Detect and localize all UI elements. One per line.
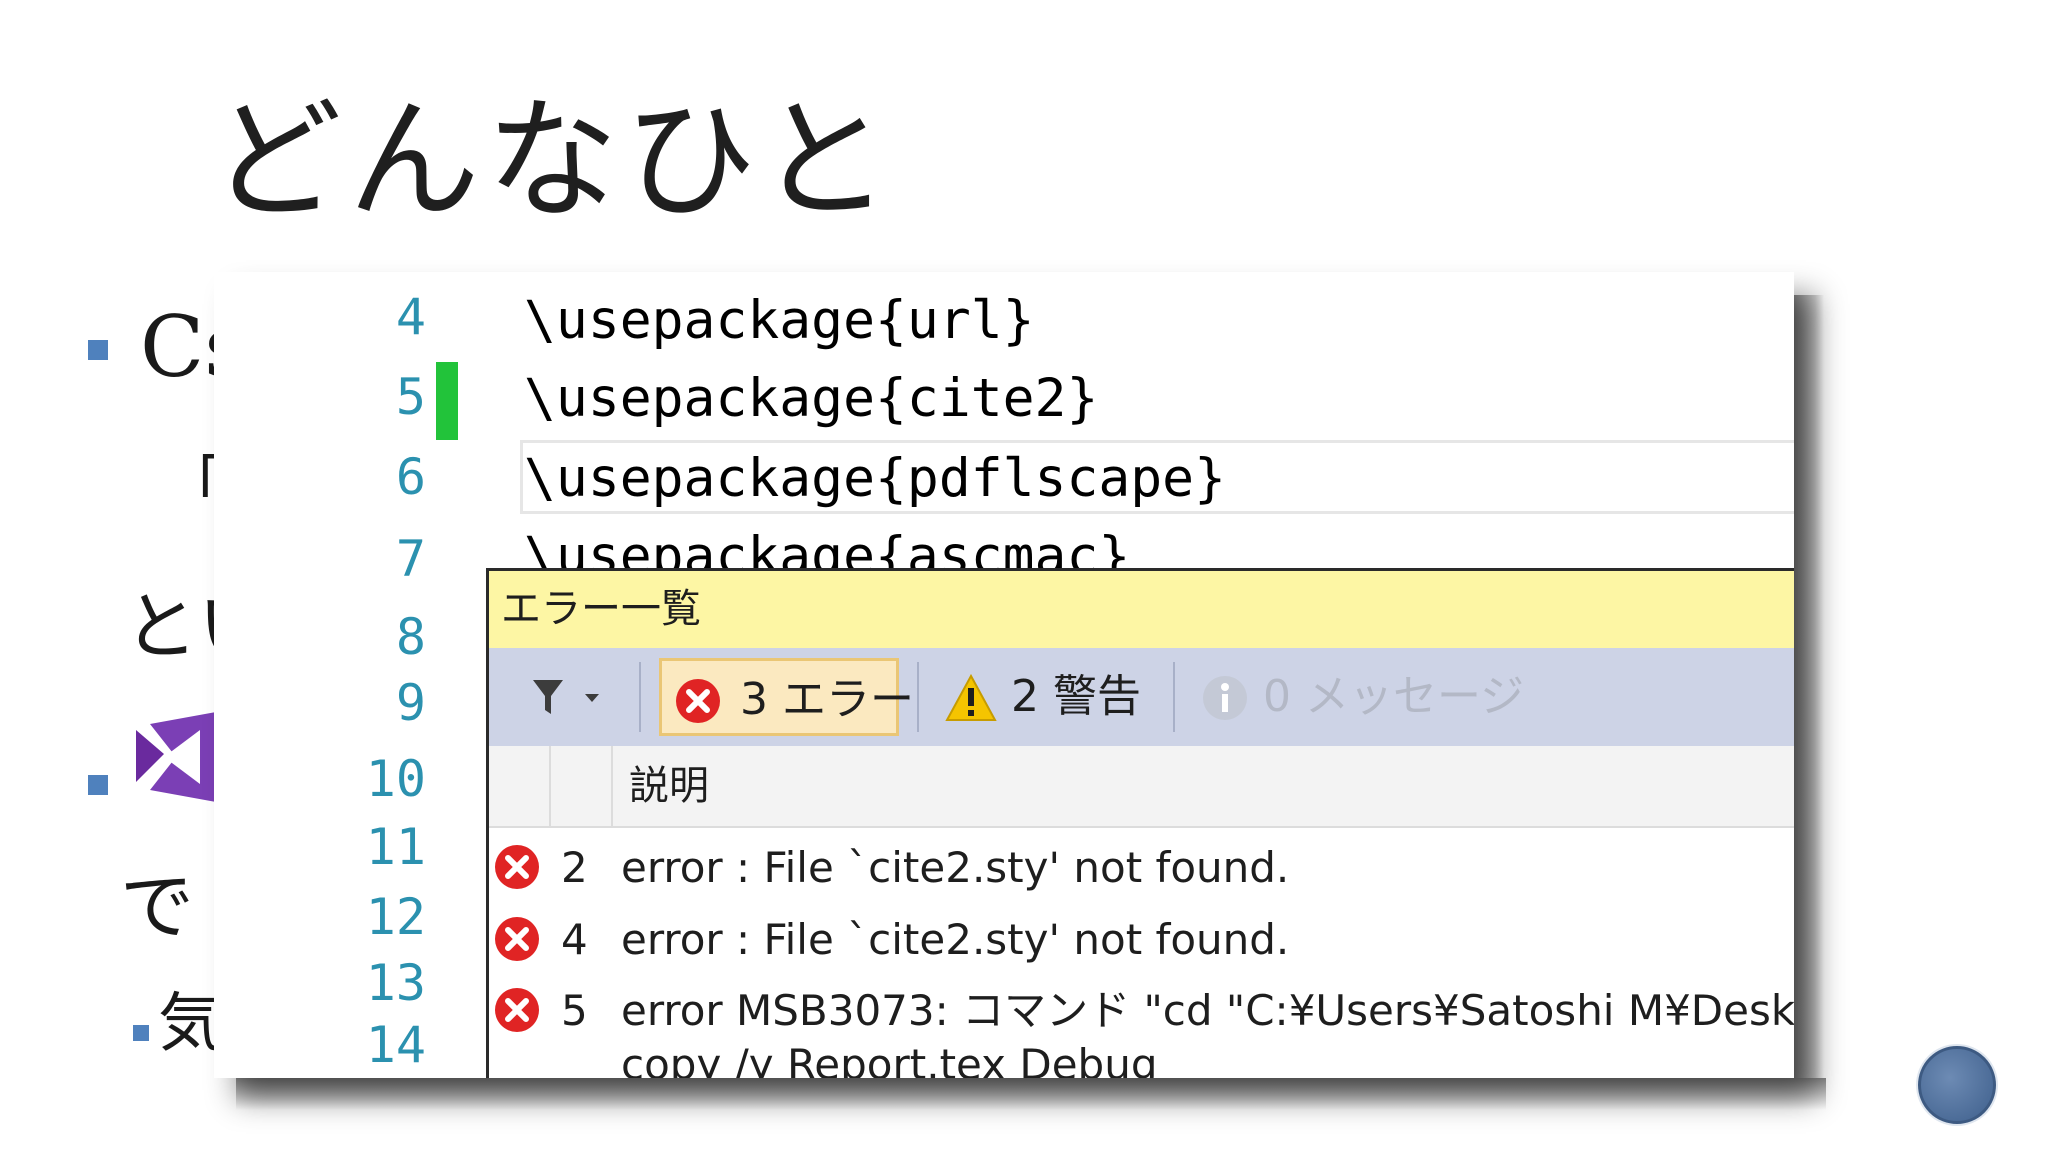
error-list-window: エラー一覧 3 エラー 2 警告 0 メッセージ 説明 2 error: Fi… xyxy=(486,568,1794,1078)
line-number: 13 xyxy=(365,954,426,1012)
warnings-filter-button[interactable]: 2 警告 xyxy=(935,658,1155,736)
messages-filter-button[interactable]: 0 メッセージ xyxy=(1191,658,1524,736)
bullet-marker xyxy=(133,1025,149,1041)
warning-icon xyxy=(945,674,997,721)
slide-text-fragment: で xyxy=(120,864,194,950)
error-line-number: 4 xyxy=(561,915,588,964)
error-icon xyxy=(495,988,539,1032)
line-number: 9 xyxy=(395,674,426,732)
line-number: 8 xyxy=(395,608,426,666)
errors-count-label: 3 エラー xyxy=(740,674,914,725)
error-description: error : File `cite2.sty' not found. xyxy=(621,843,1290,892)
line-number: 7 xyxy=(395,530,426,588)
column-separator xyxy=(549,746,551,826)
info-icon xyxy=(1203,676,1247,720)
error-list-toolbar: 3 エラー 2 警告 0 メッセージ xyxy=(489,648,1794,746)
code-line[interactable]: \usepackage{cite2} xyxy=(524,372,1098,425)
code-line[interactable]: \usepackage{url} xyxy=(524,294,1035,347)
toolbar-separator xyxy=(639,662,641,732)
messages-count-label: 0 メッセージ xyxy=(1263,671,1525,722)
error-icon xyxy=(495,845,539,889)
screenshot-shadow xyxy=(1794,295,1824,1085)
line-number: 14 xyxy=(365,1016,426,1074)
nav-circle-icon[interactable] xyxy=(1918,1046,1996,1124)
column-header-row: 説明 xyxy=(489,746,1794,828)
error-line-number: 5 xyxy=(561,986,588,1035)
warnings-count-label: 2 警告 xyxy=(1011,671,1141,722)
line-number: 11 xyxy=(365,818,426,876)
screenshot-shadow xyxy=(236,1078,1826,1110)
line-number: 12 xyxy=(365,888,426,946)
line-number: 10 xyxy=(365,750,426,808)
error-icon xyxy=(495,917,539,961)
error-icon xyxy=(676,679,720,723)
slide-text-fragment: 気 xyxy=(158,987,222,1061)
error-description: error MSB3073: コマンド "cd "C:¥Users¥Satosh… xyxy=(621,986,1794,1035)
toolbar-separator xyxy=(917,662,919,732)
visual-studio-logo-icon xyxy=(136,712,216,802)
error-description: error : File `cite2.sty' not found. xyxy=(621,915,1290,964)
filter-dropdown-icon[interactable] xyxy=(529,676,609,720)
errors-filter-button[interactable]: 3 エラー xyxy=(659,658,914,736)
line-number: 6 xyxy=(395,448,426,506)
change-marker xyxy=(436,362,458,440)
error-description-continued: copy /y Report.tex Debug xyxy=(621,1040,1158,1078)
error-line-number: 2 xyxy=(561,843,588,892)
error-row[interactable]: 2 error : File `cite2.sty' not found. xyxy=(489,833,1794,903)
bullet-marker xyxy=(88,775,108,795)
column-separator xyxy=(611,746,613,826)
error-row[interactable]: 4 error : File `cite2.sty' not found. xyxy=(489,905,1794,975)
editor-screenshot: 4 5 6 7 8 9 10 11 12 13 14 \usepackage{u… xyxy=(214,272,1794,1078)
code-line[interactable]: \usepackage{pdflscape} xyxy=(524,452,1226,505)
error-row[interactable]: 5 error MSB3073: コマンド "cd "C:¥Users¥Sato… xyxy=(489,976,1794,1078)
error-list-title: エラー一覧 xyxy=(489,571,1794,648)
toolbar-separator xyxy=(1173,662,1175,732)
slide-title: どんなひと xyxy=(210,84,897,238)
bullet-marker xyxy=(88,340,108,360)
line-number: 5 xyxy=(395,368,426,426)
line-number: 4 xyxy=(395,288,426,346)
column-header-description[interactable]: 説明 xyxy=(629,746,709,826)
